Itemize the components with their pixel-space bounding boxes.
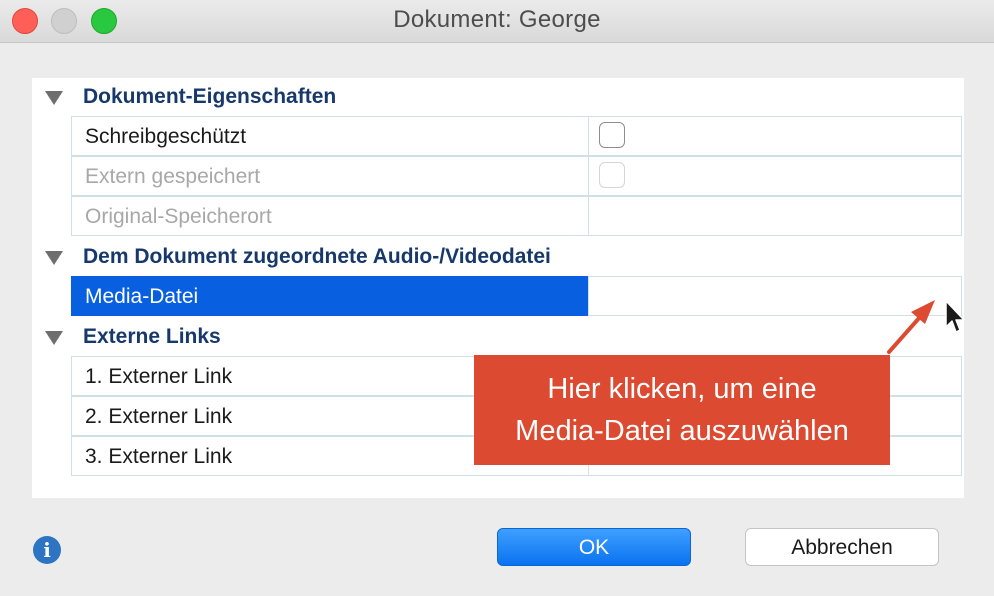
ok-button[interactable]: OK	[497, 528, 691, 566]
annotation-overlay	[887, 300, 965, 354]
cancel-button[interactable]: Abbrechen	[745, 528, 939, 566]
mouse-cursor-icon	[945, 300, 965, 333]
info-icon[interactable]: i	[33, 536, 61, 564]
info-glyph: i	[43, 538, 51, 562]
annotation-arrow-icon	[887, 300, 935, 354]
